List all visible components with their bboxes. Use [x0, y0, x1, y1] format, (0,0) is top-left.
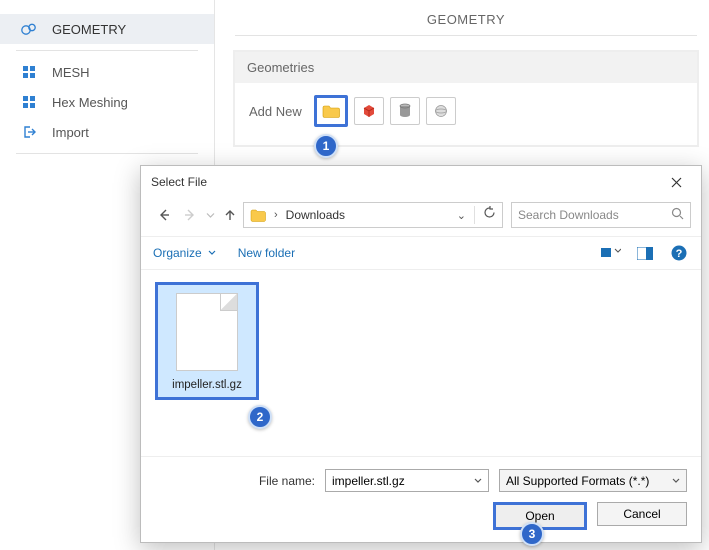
panel-heading: Geometries	[235, 52, 697, 83]
nav-history-button[interactable]	[203, 203, 217, 227]
geometries-panel: Geometries Add New	[233, 50, 699, 147]
add-cylinder-button[interactable]	[390, 97, 420, 125]
arrow-up-icon	[223, 208, 237, 222]
add-from-file-button[interactable]	[314, 95, 348, 127]
file-thumbnail	[176, 293, 238, 371]
import-icon	[20, 123, 38, 141]
nav-back-button[interactable]	[151, 203, 177, 227]
organize-label: Organize	[153, 246, 202, 260]
mesh-icon	[20, 63, 38, 81]
cylinder-icon	[398, 103, 412, 119]
help-button[interactable]: ?	[669, 243, 689, 263]
chevron-down-icon[interactable]: ⌄	[457, 209, 466, 222]
nav-divider	[16, 153, 198, 154]
close-icon	[671, 177, 682, 188]
add-sphere-button[interactable]	[426, 97, 456, 125]
refresh-icon	[483, 206, 496, 219]
file-format-dropdown[interactable]: All Supported Formats (*.*)	[499, 469, 687, 492]
step-badge-2: 2	[248, 405, 272, 429]
help-icon: ?	[671, 245, 687, 261]
chevron-down-icon	[206, 211, 215, 220]
geometry-icon	[20, 20, 38, 38]
step-badge-3: 3	[520, 522, 544, 546]
nav-label-import: Import	[52, 125, 89, 140]
organize-dropdown[interactable]: Organize	[153, 246, 216, 260]
nav-item-geometry[interactable]: GEOMETRY	[0, 14, 214, 44]
file-name-input[interactable]: impeller.stl.gz	[325, 469, 489, 492]
thumbnails-icon	[601, 246, 621, 260]
breadcrumb-box[interactable]: › Downloads ⌄	[243, 202, 503, 228]
breadcrumb-current: Downloads	[286, 208, 449, 222]
new-folder-button[interactable]: New folder	[238, 246, 295, 260]
chevron-right-icon: ›	[274, 209, 278, 221]
chevron-down-icon	[672, 477, 680, 485]
dialog-title: Select File	[151, 175, 207, 189]
add-new-label: Add New	[249, 104, 302, 119]
arrow-left-icon	[157, 208, 171, 222]
nav-label-hexmeshing: Hex Meshing	[52, 95, 128, 110]
step-badge-1: 1	[314, 134, 338, 158]
nav-label-mesh: MESH	[52, 65, 90, 80]
folder-icon	[322, 104, 340, 118]
svg-text:?: ?	[676, 248, 683, 260]
nav-forward-button[interactable]	[177, 203, 203, 227]
hexmesh-icon	[20, 93, 38, 111]
chevron-down-icon	[474, 477, 482, 485]
nav-divider	[16, 50, 198, 51]
red-cube-icon	[361, 103, 377, 119]
nav-label-geometry: GEOMETRY	[52, 22, 126, 37]
page-title: GEOMETRY	[235, 0, 697, 36]
search-icon	[671, 207, 684, 223]
file-name-label: File name:	[259, 474, 315, 488]
search-input[interactable]: Search Downloads	[511, 202, 691, 228]
close-button[interactable]	[657, 170, 695, 194]
cancel-button[interactable]: Cancel	[597, 502, 687, 526]
nav-item-hexmeshing[interactable]: Hex Meshing	[0, 87, 214, 117]
search-placeholder: Search Downloads	[518, 208, 663, 222]
file-item-selected[interactable]: impeller.stl.gz	[155, 282, 259, 400]
pane-icon	[637, 247, 653, 260]
chevron-down-icon	[208, 249, 216, 257]
view-mode-button[interactable]	[601, 243, 621, 263]
preview-pane-button[interactable]	[635, 243, 655, 263]
nav-item-import[interactable]: Import	[0, 117, 214, 147]
sphere-icon	[433, 103, 449, 119]
file-name-value: impeller.stl.gz	[332, 474, 405, 488]
arrow-right-icon	[183, 208, 197, 222]
nav-up-button[interactable]	[217, 203, 243, 227]
folder-icon	[250, 209, 266, 222]
nav-item-mesh[interactable]: MESH	[0, 57, 214, 87]
file-format-value: All Supported Formats (*.*)	[506, 474, 649, 488]
refresh-button[interactable]	[483, 206, 496, 224]
add-box-button[interactable]	[354, 97, 384, 125]
file-name-label: impeller.stl.gz	[162, 379, 252, 391]
select-file-dialog: Select File › Downloads ⌄ Search Downloa…	[140, 165, 702, 543]
